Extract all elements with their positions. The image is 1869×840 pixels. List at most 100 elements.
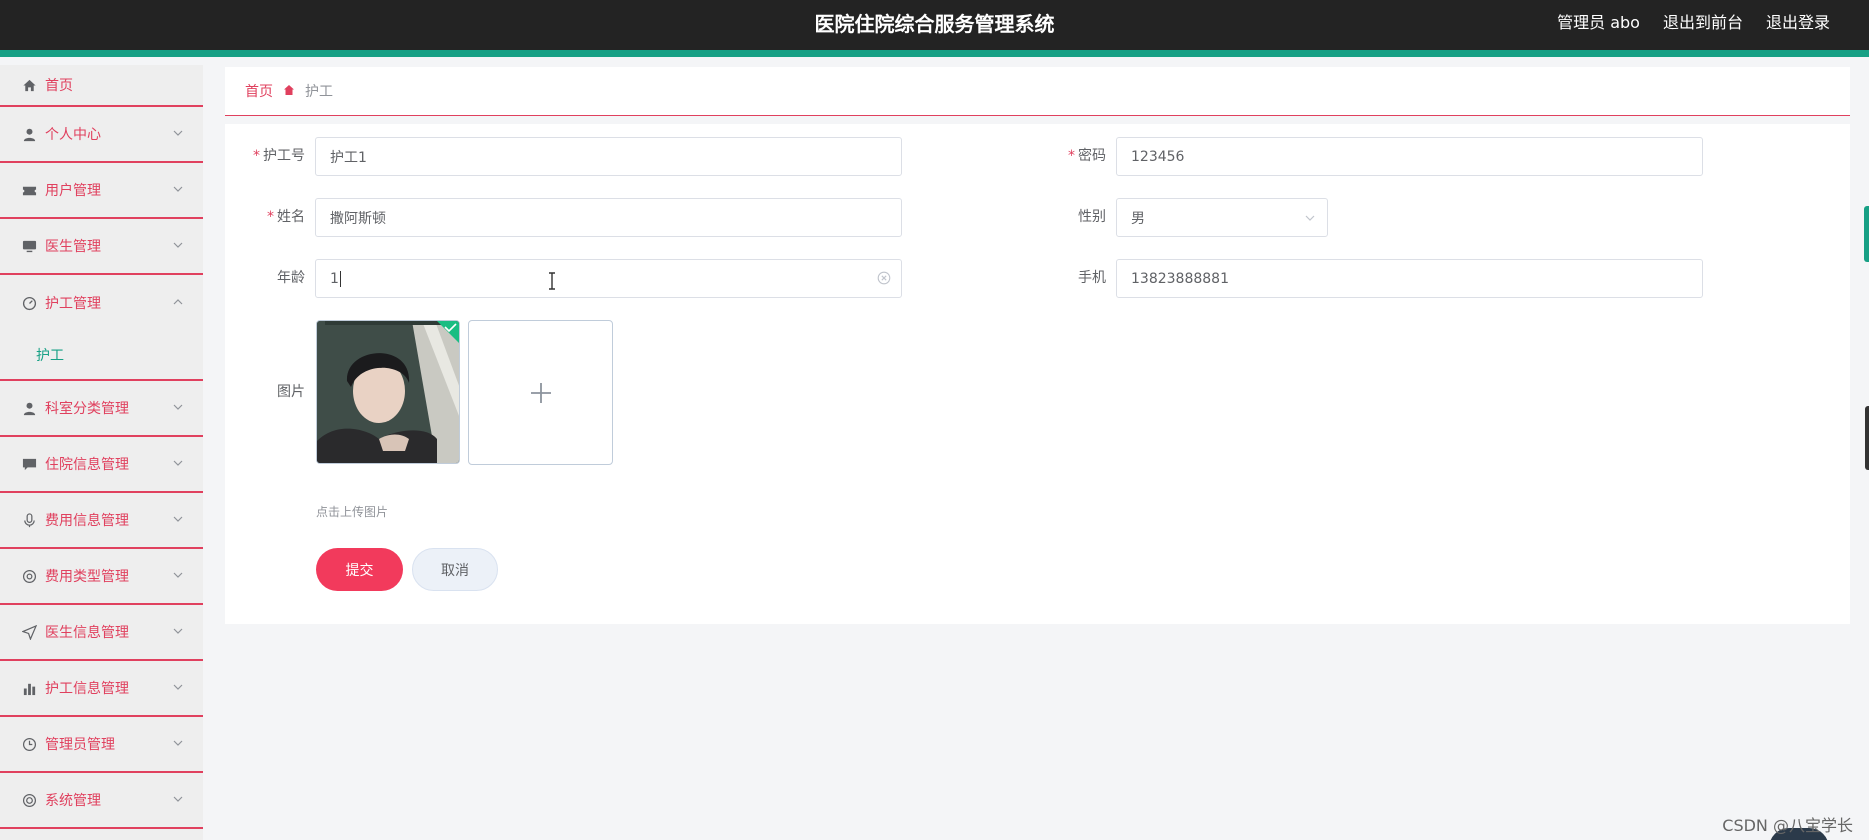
monitor-icon — [21, 238, 37, 254]
breadcrumb: 首页 护工 — [225, 67, 1850, 116]
chevron-down-icon — [173, 460, 183, 466]
sidebar-item-inpatient-info[interactable]: 住院信息管理 — [0, 437, 203, 493]
name-label: * 姓名 — [225, 207, 305, 227]
upload-tip: 点击上传图片 — [316, 505, 389, 519]
sidebar-item-label: 护工信息管理 — [45, 681, 129, 697]
nurse-no-label: * 护工号 — [225, 146, 305, 166]
breadcrumb-home-link[interactable]: 首页 — [245, 81, 273, 101]
sidebar-item-label: 个人中心 — [45, 127, 101, 143]
logout-link[interactable]: 退出登录 — [1766, 9, 1830, 33]
microphone-icon — [21, 512, 37, 528]
nurse-no-input[interactable]: 护工1 — [315, 137, 902, 176]
plus-icon — [530, 382, 551, 403]
nurse-form: * 护工号 护工1 * 密码 123456 * 姓名 撒阿斯顿 性别 男 年龄 1 手… — [225, 124, 1850, 624]
uploaded-image-thumbnail[interactable] — [316, 320, 460, 464]
gender-select[interactable]: 男 — [1116, 198, 1328, 237]
sidebar-item-label: 首页 — [45, 78, 73, 94]
header-accent-bar — [0, 50, 1869, 57]
cancel-button[interactable]: 取消 — [412, 548, 498, 591]
portrait-photo — [317, 321, 459, 463]
chat-icon — [21, 456, 37, 472]
sidebar-item-home[interactable]: 首页 — [0, 65, 203, 107]
sidebar-item-nurse-info[interactable]: 护工信息管理 — [0, 661, 203, 717]
sidebar-item-label: 管理员管理 — [45, 737, 115, 753]
age-input[interactable]: 1 — [315, 259, 902, 298]
chevron-up-icon — [173, 299, 183, 305]
sidebar-item-label: 医生信息管理 — [45, 625, 129, 641]
chevron-down-icon — [173, 404, 183, 410]
sidebar-item-system-management[interactable]: 系统管理 — [0, 773, 203, 829]
sidebar-subitem-nurse[interactable]: 护工 — [0, 331, 203, 381]
data-icon — [21, 680, 37, 696]
nurse-no-label-text: 护工号 — [263, 148, 305, 164]
name-value: 撒阿斯顿 — [330, 210, 386, 227]
phone-input[interactable]: 13823888881 — [1116, 259, 1703, 298]
sidebar-item-department-category[interactable]: 科室分类管理 — [0, 381, 203, 437]
lifebuoy-icon — [21, 792, 37, 808]
name-label-text: 姓名 — [277, 209, 305, 225]
admin-user-label: 管理员 abo — [1557, 13, 1640, 32]
chevron-down-icon — [173, 130, 183, 136]
chevron-down-icon — [173, 242, 183, 248]
sidebar-item-label: 医生管理 — [45, 239, 101, 255]
chevron-down-icon — [173, 186, 183, 192]
ticket-icon — [21, 182, 37, 198]
home-icon — [283, 84, 295, 99]
sidebar-item-label: 费用类型管理 — [45, 569, 129, 585]
watermark: CSDN @八宝学长 — [1722, 816, 1853, 835]
chevron-down-icon — [173, 684, 183, 690]
header-links: 管理员 abo 退出到前台 退出登录 — [1557, 9, 1830, 33]
password-label: * 密码 — [1026, 146, 1106, 166]
image-label: 图片 — [277, 384, 305, 400]
exit-to-frontend-link[interactable]: 退出到前台 — [1663, 9, 1743, 33]
password-input[interactable]: 123456 — [1116, 137, 1703, 176]
gender-value: 男 — [1131, 210, 1145, 227]
sidebar-item-personal-center[interactable]: 个人中心 — [0, 107, 203, 163]
sidebar-item-user-management[interactable]: 用户管理 — [0, 163, 203, 219]
sidebar-item-admin-management[interactable]: 管理员管理 — [0, 717, 203, 773]
age-value: 1 — [330, 270, 339, 287]
sidebar-item-doctor-info[interactable]: 医生信息管理 — [0, 605, 203, 661]
text-cursor-icon — [549, 272, 555, 290]
submit-button[interactable]: 提交 — [316, 548, 403, 591]
top-header: 医院住院综合服务管理系统 管理员 abo 退出到前台 退出登录 — [0, 0, 1869, 57]
send-icon — [21, 624, 37, 640]
sidebar-item-fee-info[interactable]: 费用信息管理 — [0, 493, 203, 549]
sidebar-item-label: 费用信息管理 — [45, 513, 129, 529]
chevron-down-icon — [173, 516, 183, 522]
text-caret — [339, 270, 341, 287]
sidebar-item-label: 住院信息管理 — [45, 457, 129, 473]
sidebar-item-doctor-management[interactable]: 医生管理 — [0, 219, 203, 275]
required-mark: * — [1068, 148, 1075, 164]
chevron-down-icon — [173, 628, 183, 634]
sidebar-item-label: 系统管理 — [45, 793, 101, 809]
upload-add-button[interactable] — [468, 320, 613, 465]
chevron-down-icon — [173, 796, 183, 802]
sidebar-item-label: 科室分类管理 — [45, 401, 129, 417]
home-icon — [21, 77, 37, 93]
edge-accent-mark — [1864, 206, 1869, 262]
user-icon — [21, 126, 37, 142]
sidebar-item-label: 用户管理 — [45, 183, 101, 199]
clear-circle-icon[interactable] — [877, 271, 891, 285]
gender-label: 性别 — [1078, 209, 1106, 225]
chevron-down-icon — [173, 572, 183, 578]
required-mark: * — [253, 148, 260, 164]
sidebar: 首页 个人中心 用户管理 医生管理 护工管理 护工 科室分类管理 住院信息管理 … — [0, 65, 203, 840]
age-label: 年龄 — [277, 270, 305, 286]
edge-scroll-mark — [1865, 406, 1869, 470]
sidebar-item-fee-type[interactable]: 费用类型管理 — [0, 549, 203, 605]
name-input[interactable]: 撒阿斯顿 — [315, 198, 902, 237]
required-mark: * — [267, 209, 274, 225]
password-label-text: 密码 — [1078, 148, 1106, 164]
phone-value: 13823888881 — [1131, 270, 1229, 287]
sidebar-item-label: 护工管理 — [45, 296, 101, 312]
chevron-down-icon — [173, 740, 183, 746]
chevron-down-icon — [1305, 215, 1315, 221]
phone-label: 手机 — [1078, 270, 1106, 286]
password-value: 123456 — [1131, 148, 1185, 165]
sidebar-item-nurse-management[interactable]: 护工管理 — [0, 275, 203, 331]
help-icon — [21, 568, 37, 584]
clock-icon — [21, 736, 37, 752]
nurse-no-value: 护工1 — [330, 149, 367, 166]
